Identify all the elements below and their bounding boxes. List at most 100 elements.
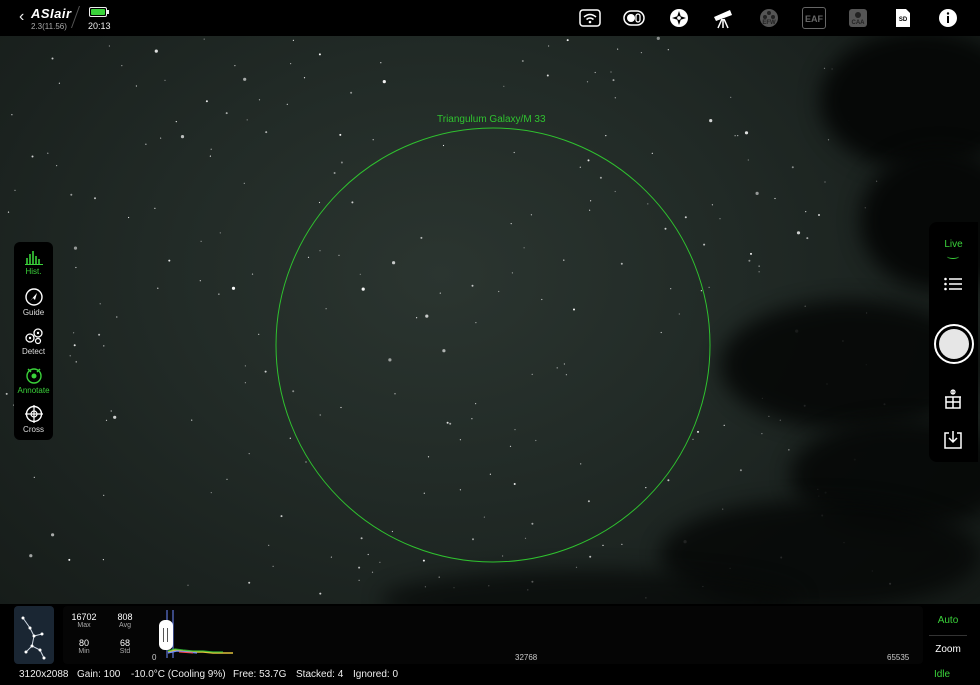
back-chevron-icon[interactable]: ‹ xyxy=(19,8,24,26)
wifi-icon[interactable] xyxy=(578,6,602,30)
star xyxy=(191,419,193,421)
save-download-icon[interactable] xyxy=(943,430,963,450)
star xyxy=(587,500,590,503)
star xyxy=(586,81,589,83)
star xyxy=(573,308,575,311)
histogram-axis-mid: 32768 xyxy=(515,653,538,662)
star xyxy=(667,49,669,51)
star xyxy=(5,392,8,395)
star xyxy=(200,240,202,242)
mode-selector[interactable]: Live xyxy=(929,239,978,250)
tool-guide[interactable]: Guide xyxy=(14,283,53,321)
star xyxy=(747,159,749,161)
star xyxy=(280,515,283,518)
star xyxy=(145,143,147,145)
star xyxy=(617,48,619,50)
filter-wheel-icon[interactable] xyxy=(943,389,963,409)
star xyxy=(521,60,524,62)
histogram-panel[interactable]: 16702 Max 808 Avg 80 Min 68 Std xyxy=(63,606,923,664)
star xyxy=(340,161,343,164)
zoom-button[interactable]: Zoom xyxy=(929,644,967,655)
tool-label: Annotate xyxy=(17,386,50,395)
star xyxy=(563,363,566,365)
star xyxy=(651,152,653,154)
star xyxy=(703,243,706,246)
shutter-button[interactable] xyxy=(934,324,974,364)
star xyxy=(318,201,321,204)
left-tool-panel: Hist. Guide Detect Annotate Cross xyxy=(14,242,53,440)
star xyxy=(333,172,336,174)
star xyxy=(351,201,354,204)
star xyxy=(392,261,396,265)
right-control-panel: Live xyxy=(929,222,978,462)
star xyxy=(575,566,578,568)
star xyxy=(546,74,549,77)
star xyxy=(339,133,342,136)
sd-card-icon[interactable]: SD xyxy=(891,6,915,30)
star xyxy=(670,288,672,290)
star xyxy=(258,333,260,335)
star xyxy=(219,232,221,234)
star xyxy=(587,159,590,162)
star xyxy=(7,211,10,213)
clock: 20:13 xyxy=(88,21,111,31)
efw-icon[interactable]: EFW xyxy=(757,6,781,30)
star xyxy=(656,36,660,41)
tool-detect[interactable]: Detect xyxy=(14,322,53,360)
sd-label: SD xyxy=(898,17,908,23)
star xyxy=(226,478,228,480)
chevron-down-icon[interactable] xyxy=(947,254,959,259)
black-point-handle[interactable] xyxy=(159,620,173,650)
status-temperature: -10.0°C (Cooling 9%) xyxy=(131,669,226,680)
star xyxy=(135,85,137,87)
info-icon[interactable] xyxy=(936,6,960,30)
star xyxy=(218,293,220,295)
star xyxy=(47,152,49,154)
annotation-label[interactable]: Triangulum Galaxy/M 33 xyxy=(437,114,546,125)
constellation-thumbnail[interactable] xyxy=(14,606,54,664)
star xyxy=(446,421,449,424)
star xyxy=(394,393,396,395)
camera-switch-icon[interactable] xyxy=(622,6,646,30)
star xyxy=(510,223,512,225)
live-image-view[interactable] xyxy=(0,0,980,685)
mount-icon[interactable] xyxy=(667,6,691,30)
divider xyxy=(70,6,81,28)
star xyxy=(509,445,512,447)
star xyxy=(31,155,34,158)
star xyxy=(371,571,374,573)
star xyxy=(338,254,340,256)
star xyxy=(610,71,612,73)
menu-list-icon[interactable] xyxy=(944,277,962,291)
star xyxy=(307,256,310,258)
star xyxy=(319,592,322,595)
tool-cross[interactable]: Cross xyxy=(14,400,53,438)
star xyxy=(75,266,77,269)
tool-annotate[interactable]: Annotate xyxy=(14,361,53,399)
star xyxy=(511,272,513,274)
star xyxy=(203,38,205,40)
telescope-icon[interactable] xyxy=(712,6,736,30)
star xyxy=(99,303,101,305)
auto-stretch-button[interactable]: Auto xyxy=(929,615,967,626)
star xyxy=(51,533,55,537)
star xyxy=(605,135,607,137)
star xyxy=(748,259,751,262)
star xyxy=(449,422,452,425)
tool-histogram[interactable]: Hist. xyxy=(14,244,53,282)
eaf-icon[interactable]: EAF xyxy=(802,6,826,30)
tool-label: Hist. xyxy=(25,267,42,276)
histogram-axis-max: 65535 xyxy=(887,653,910,662)
star xyxy=(11,114,13,116)
star xyxy=(187,584,189,586)
constellation-icon xyxy=(21,616,46,660)
app-version: 2.3(11.56) xyxy=(31,22,67,31)
star xyxy=(289,437,291,439)
star xyxy=(56,165,58,167)
star xyxy=(531,373,533,375)
star xyxy=(234,65,236,67)
tool-label: Cross xyxy=(23,425,44,434)
caa-icon[interactable]: CAA xyxy=(846,6,870,30)
stat-avg: 808 Avg xyxy=(117,612,133,629)
star xyxy=(711,204,714,206)
